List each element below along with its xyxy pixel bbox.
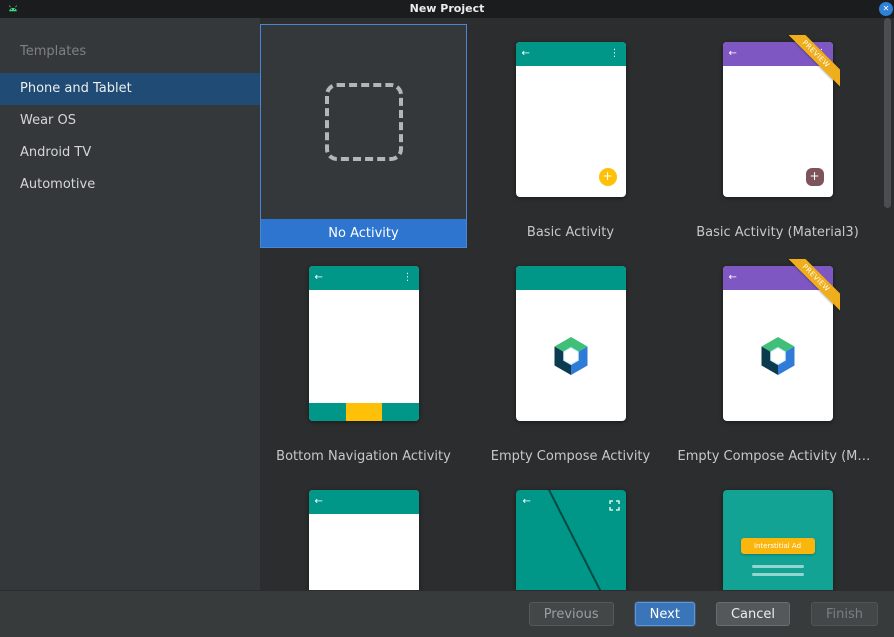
back-arrow-icon: ← — [315, 273, 323, 283]
kebab-menu-icon: ⋮ — [817, 49, 827, 59]
template-card-fullscreen-activity[interactable]: ← — [467, 472, 674, 590]
scrollbar-thumb[interactable] — [884, 18, 891, 208]
sidebar-item-android-tv[interactable]: Android TV — [0, 137, 260, 169]
bottom-navigation-thumbnail: ← ⋮ — [309, 266, 419, 421]
admob-thumbnail: Interstitial Ad — [723, 490, 833, 590]
compose-logo-area — [723, 290, 833, 421]
template-gallery: No Activity ← ⋮ + Basic Activity ← — [260, 18, 894, 590]
placeholder-line — [752, 573, 804, 576]
previous-button[interactable]: Previous — [529, 602, 614, 626]
fullscreen-icon — [609, 496, 620, 515]
appbar: ← — [723, 266, 833, 290]
appbar: ← ⋮ — [309, 266, 419, 290]
appbar: ← ⋮ — [723, 42, 833, 66]
back-arrow-icon: ← — [729, 273, 737, 283]
template-card-basic-activity-material3[interactable]: ← ⋮ + PREVIEW Basic Activity (Material3) — [674, 24, 881, 248]
back-arrow-icon: ← — [523, 497, 531, 507]
template-card-no-activity[interactable]: No Activity — [260, 24, 467, 248]
sidebar-item-wear-os[interactable]: Wear OS — [0, 105, 260, 137]
footer-bar: Previous Next Cancel Finish — [0, 590, 894, 637]
template-card-empty-compose-activity[interactable]: Empty Compose Activity — [467, 248, 674, 472]
template-label: Bottom Navigation Activity — [276, 449, 451, 464]
back-arrow-icon: ← — [729, 49, 737, 59]
finish-button[interactable]: Finish — [811, 602, 878, 626]
empty-compose-material3-thumbnail: ← PREVIEW — [723, 266, 833, 421]
compose-logo-area — [516, 290, 626, 421]
sidebar-item-phone-and-tablet[interactable]: Phone and Tablet — [0, 73, 260, 105]
template-card-bottom-navigation-activity[interactable]: ← ⋮ Bottom Navigation Activity — [260, 248, 467, 472]
kebab-menu-icon: ⋮ — [403, 273, 413, 283]
titlebar: New Project ✕ — [0, 0, 894, 18]
nav-segment — [309, 403, 346, 421]
nav-segment — [382, 403, 419, 421]
dashed-placeholder-icon — [325, 83, 403, 161]
fab-plus-icon: + — [806, 168, 824, 186]
template-card-admob-ads-activity[interactable]: Interstitial Ad — [674, 472, 881, 590]
template-card-empty-compose-activity-material3[interactable]: ← PREVIEW Empty Compose Activi — [674, 248, 881, 472]
template-label: Empty Compose Activity (Mat… — [678, 449, 878, 464]
template-label: Empty Compose Activity — [491, 449, 650, 464]
template-label: Basic Activity (Material3) — [696, 225, 859, 240]
android-logo-icon — [7, 3, 19, 15]
back-arrow-icon: ← — [522, 49, 530, 59]
basic-activity-material3-thumbnail: ← ⋮ + PREVIEW — [723, 42, 833, 197]
template-card-partially-visible-1[interactable]: ← — [260, 472, 467, 590]
template-card-basic-activity[interactable]: ← ⋮ + Basic Activity — [467, 24, 674, 248]
kebab-menu-icon: ⋮ — [610, 49, 620, 59]
basic-activity-thumbnail: ← ⋮ + — [516, 42, 626, 197]
close-button[interactable]: ✕ — [879, 2, 893, 16]
fullscreen-activity-thumbnail: ← — [516, 490, 626, 590]
placeholder-line — [752, 565, 804, 568]
empty-compose-thumbnail — [516, 266, 626, 421]
compose-logo-icon — [756, 334, 800, 378]
category-sidebar: Templates Phone and Tablet Wear OS Andro… — [0, 18, 260, 590]
template-label: Basic Activity — [527, 225, 614, 240]
nav-segment-active — [346, 403, 382, 421]
no-activity-thumbnail — [261, 25, 466, 219]
sidebar-header: Templates — [0, 18, 260, 73]
fab-plus-icon: + — [599, 168, 617, 186]
sidebar-item-automotive[interactable]: Automotive — [0, 169, 260, 201]
interstitial-ad-button: Interstitial Ad — [741, 538, 815, 554]
compose-logo-icon — [549, 334, 593, 378]
selected-template-label: No Activity — [261, 219, 466, 247]
cancel-button[interactable]: Cancel — [716, 602, 790, 626]
back-arrow-icon: ← — [315, 497, 323, 507]
activity-thumbnail: ← — [309, 490, 419, 590]
window-title: New Project — [0, 0, 894, 18]
appbar: ← ⋮ — [516, 42, 626, 66]
appbar — [516, 266, 626, 290]
appbar: ← — [309, 490, 419, 514]
dialog-body: Templates Phone and Tablet Wear OS Andro… — [0, 18, 894, 590]
next-button[interactable]: Next — [635, 602, 695, 626]
template-grid: No Activity ← ⋮ + Basic Activity ← — [260, 24, 881, 590]
bottom-nav-bar — [309, 403, 419, 421]
